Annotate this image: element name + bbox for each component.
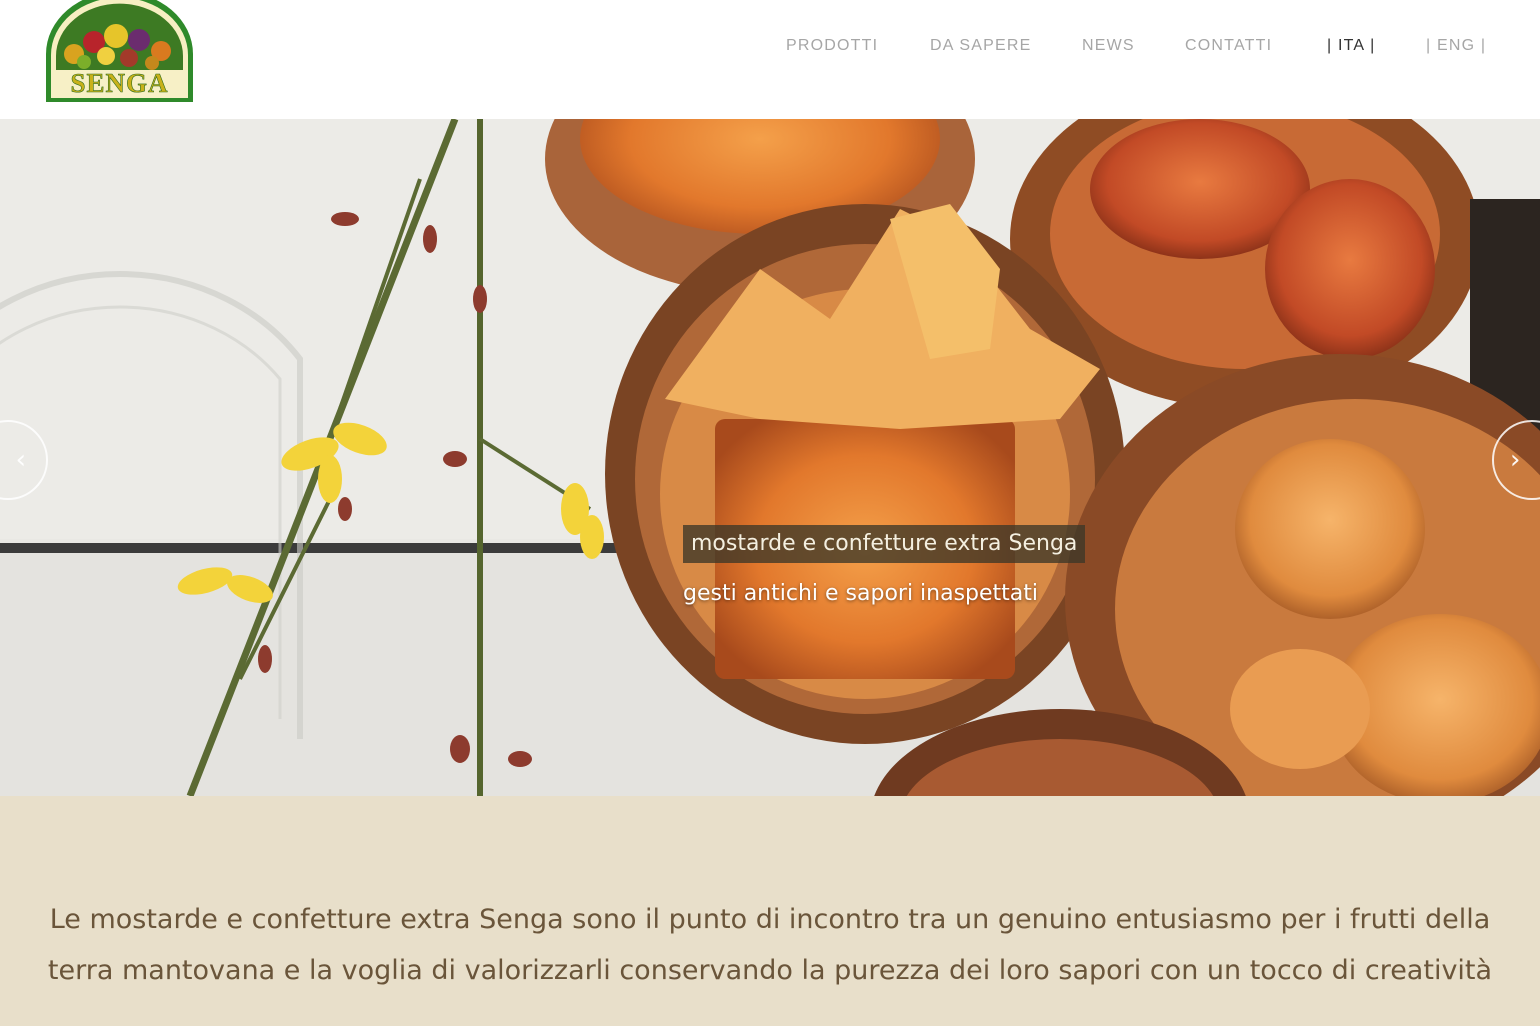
nav-item-lang-ita[interactable]: | ITA | <box>1327 37 1375 55</box>
chevron-left-icon: ‹ <box>15 445 26 475</box>
nav-item-da-sapere[interactable]: DA SAPERE <box>930 37 1032 55</box>
intro-paragraph: Le mostarde e confetture extra Senga son… <box>47 904 1493 986</box>
hero-slider: mostarde e confetture extra Senga gesti … <box>0 119 1540 796</box>
nav-item-lang-eng[interactable]: | ENG | <box>1426 37 1486 55</box>
nav-item-contatti[interactable]: CONTATTI <box>1185 37 1272 55</box>
hero-caption-subtitle: gesti antichi e sapori inaspettati <box>683 581 1039 606</box>
hero-image <box>0 119 1540 796</box>
hero-caption-title: mostarde e confetture extra Senga <box>683 525 1086 563</box>
nav-item-prodotti[interactable]: PRODOTTI <box>786 37 878 55</box>
intro-section: Le mostarde e confetture extra Senga son… <box>0 796 1540 1026</box>
nav-item-news[interactable]: NEWS <box>1082 37 1135 55</box>
main-nav: PRODOTTI DA SAPERE NEWS CONTATTI | ITA |… <box>0 37 1540 59</box>
logo-wordmark: SENGA <box>70 68 169 99</box>
site-header: SENGA PRODOTTI DA SAPERE NEWS CONTATTI |… <box>0 0 1540 119</box>
chevron-right-icon: › <box>1510 445 1521 475</box>
